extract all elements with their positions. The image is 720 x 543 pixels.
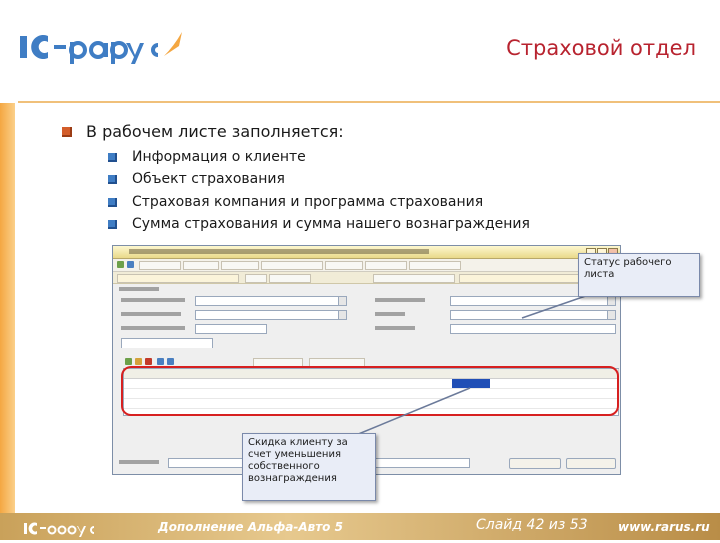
discount-arrow: [355, 387, 471, 436]
footer-logo: [22, 517, 102, 539]
footer-title: Дополнение Альфа-Авто 5: [158, 520, 343, 534]
slide-counter: Слайд 42 из 53: [476, 517, 588, 533]
footer-url[interactable]: www.rarus.ru: [618, 520, 710, 534]
rarus-logo-icon: [24, 522, 94, 537]
status-callout: Статус рабочего листа: [578, 253, 700, 297]
footer-band: [0, 513, 720, 540]
discount-callout: Скидка клиенту за счет уменьшения собств…: [242, 433, 376, 501]
